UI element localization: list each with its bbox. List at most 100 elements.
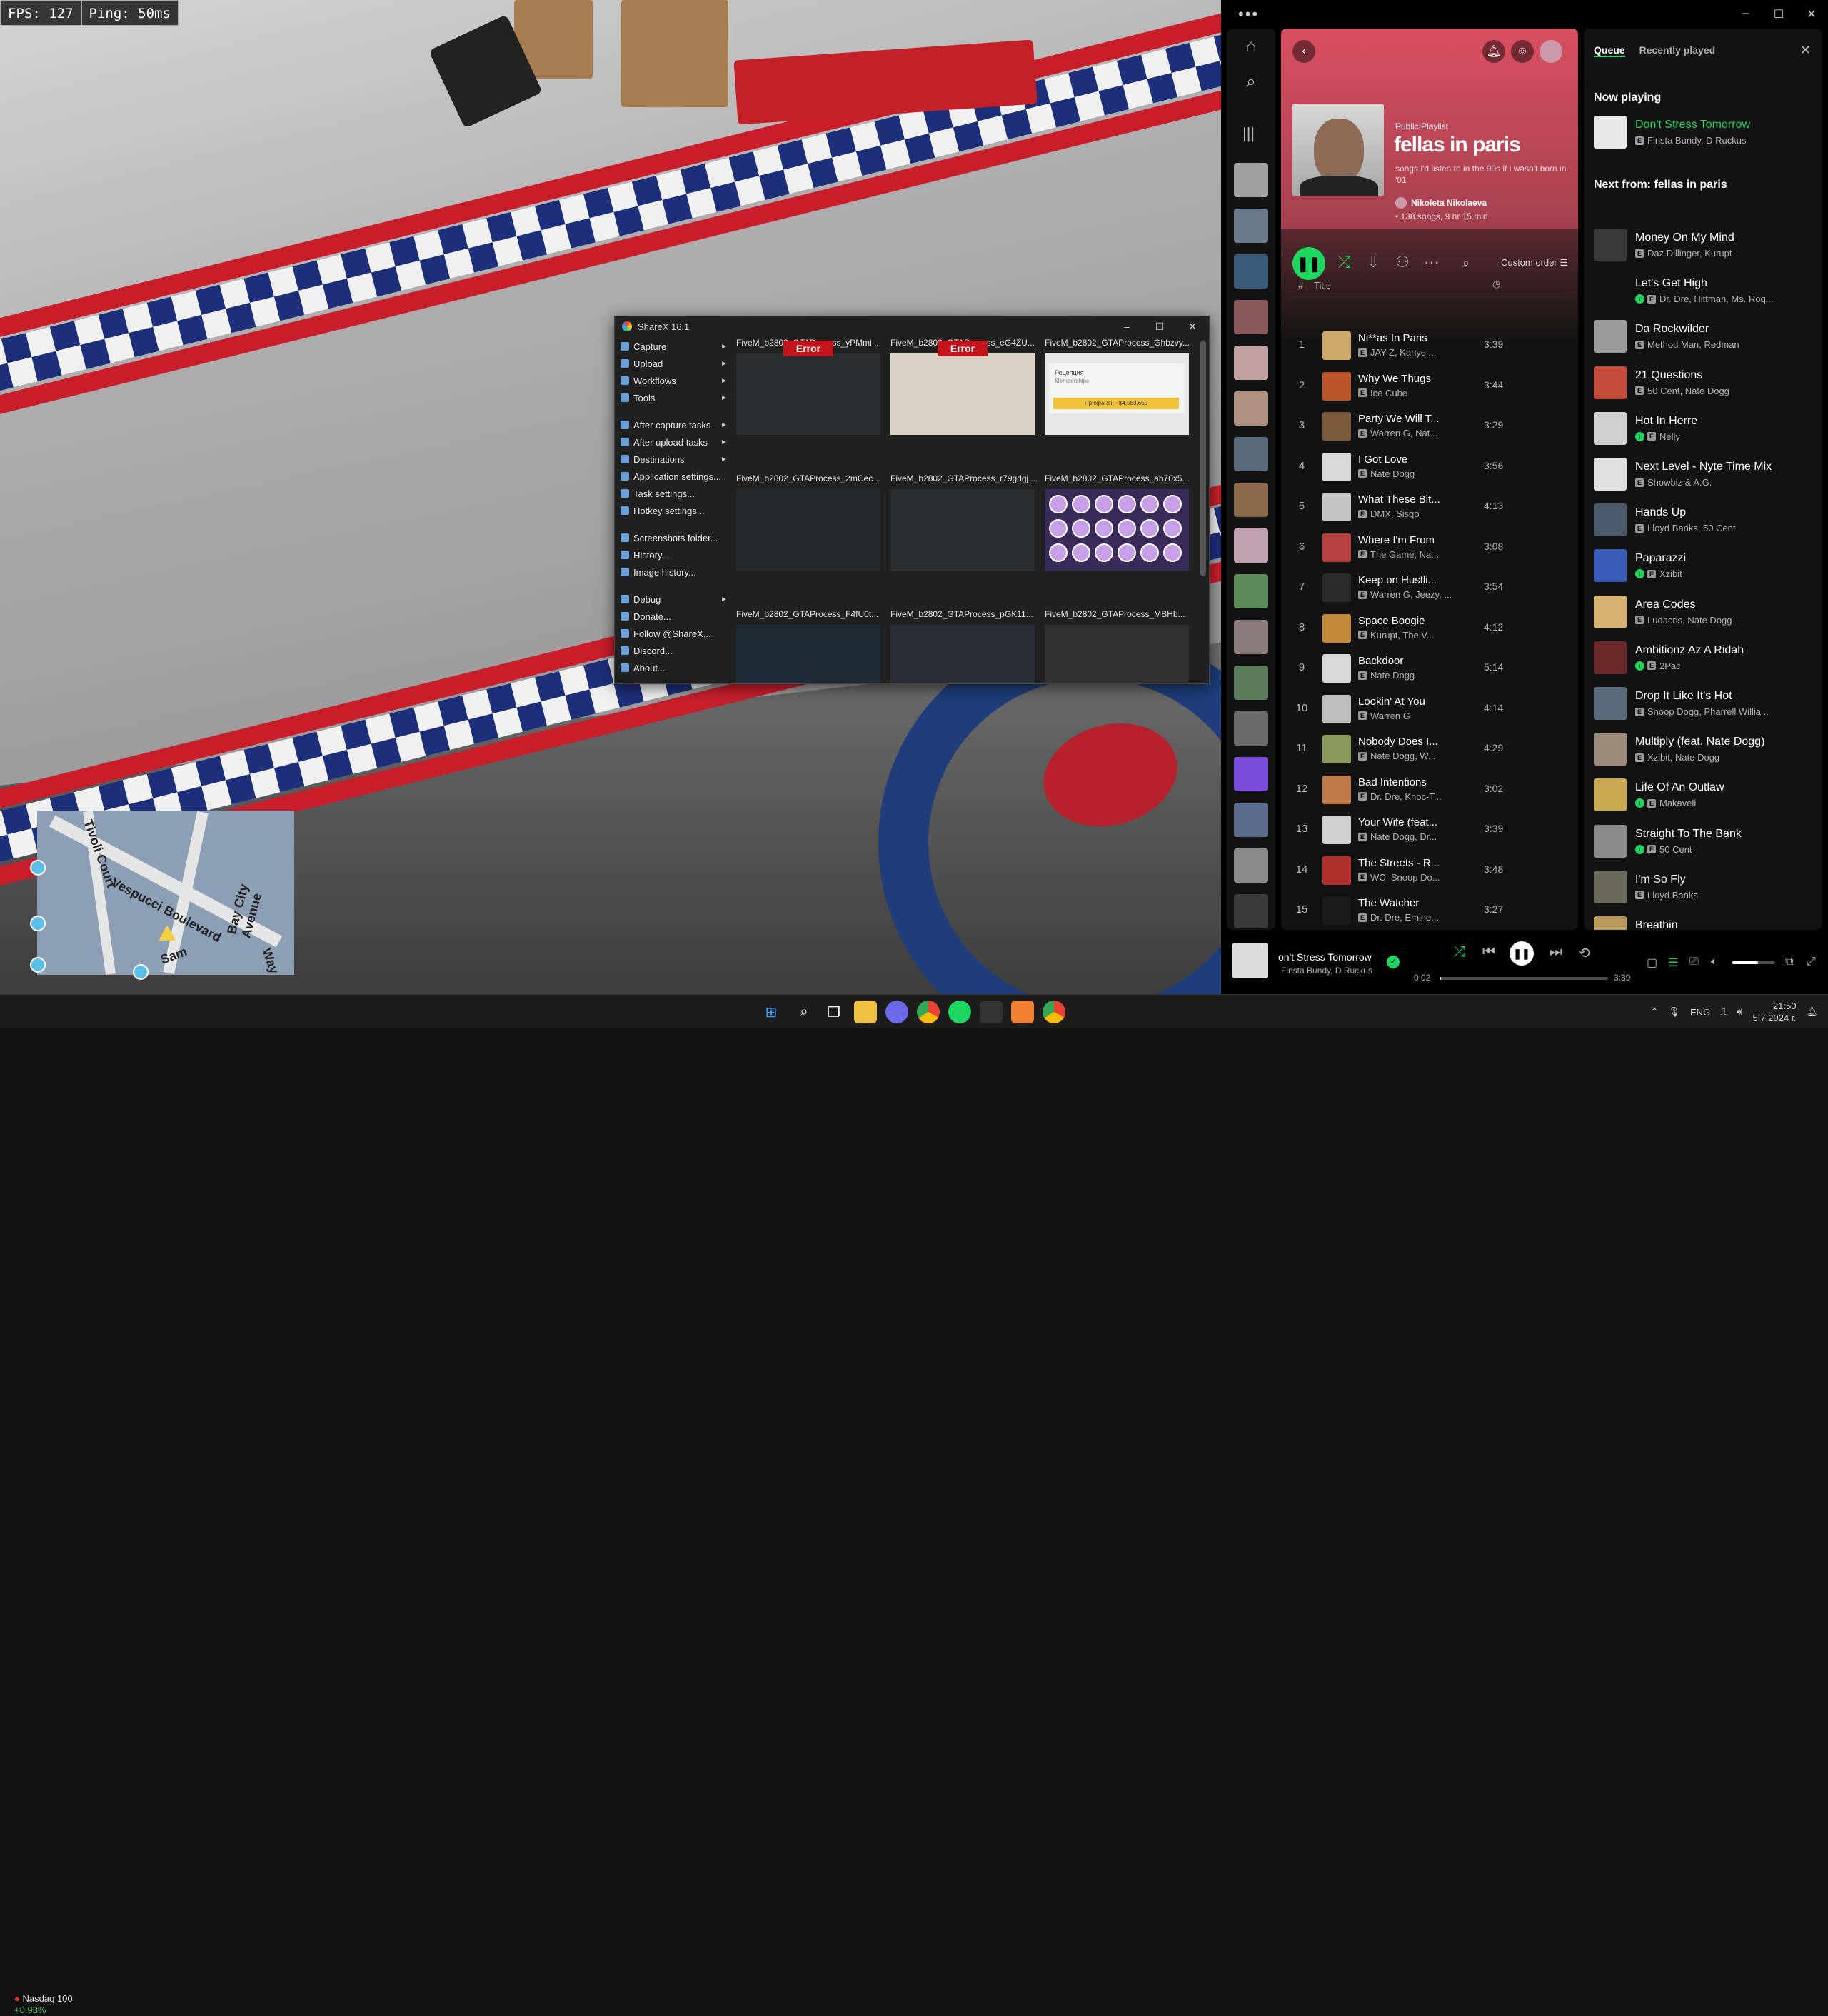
library-item[interactable] — [1234, 483, 1268, 517]
track-row[interactable]: 2 Why We Thugs E Ice Cube 3:44 — [1281, 366, 1578, 406]
thumbnail-item[interactable]: FiveM_b2802_GTAProcess_pGK11... — [890, 609, 1036, 683]
library-item[interactable] — [1234, 346, 1268, 380]
track-row[interactable]: 15 The Watcher E Dr. Dre, Emine... 3:27 — [1281, 891, 1578, 930]
track-row[interactable]: 11 Nobody Does I... E Nate Dogg, W... 4:29 — [1281, 729, 1578, 769]
shuffle-icon[interactable]: ⤮ — [1338, 253, 1351, 271]
spotify-icon[interactable] — [948, 1001, 971, 1023]
volume-slider[interactable] — [1732, 961, 1775, 964]
now-playing-view-icon[interactable]: ▢ — [1647, 956, 1657, 970]
notifications-icon[interactable]: 🔔︎ — [1806, 1006, 1818, 1018]
library-item[interactable] — [1234, 848, 1268, 883]
sharex-menu-workflows[interactable]: Workflows ► — [616, 372, 730, 389]
sharex-menu-destinations[interactable]: Destinations ► — [616, 451, 730, 468]
spotify-titlebar[interactable]: ••• – ☐ ✕ — [1221, 0, 1828, 29]
tab-recently-played[interactable]: Recently played — [1639, 44, 1716, 57]
maximize-button[interactable]: ☐ — [1762, 7, 1795, 21]
library-item[interactable] — [1234, 803, 1268, 837]
queue-icon[interactable]: ☰ — [1668, 956, 1678, 970]
track-row[interactable]: 10 Lookin' At You E Warren G 4:14 — [1281, 689, 1578, 729]
sort-dropdown[interactable]: Custom order ☰ — [1501, 257, 1568, 269]
sharex-menu-debug[interactable]: Debug ► — [616, 591, 730, 608]
track-row[interactable]: 9 Backdoor E Nate Dogg 5:14 — [1281, 648, 1578, 688]
queue-item[interactable]: Multiply (feat. Nate Dogg) E Xzibit, Nate … — [1594, 728, 1815, 768]
track-row[interactable]: 1 Ni**as In Paris E JAY-Z, Kanye ... 3:39 — [1281, 326, 1578, 366]
back-button[interactable]: ‹ — [1292, 40, 1315, 63]
thumbnail-image[interactable] — [736, 353, 880, 435]
sharex-menu-hotkey-settings[interactable]: Hotkey settings... — [616, 502, 730, 519]
thumbnail-item[interactable]: FiveM_b2802_GTAProcess_2mCec... — [736, 473, 882, 602]
queue-item[interactable]: Hot In Herre ↓ E Nelly — [1594, 408, 1815, 448]
sharex-menu-after-upload-tasks[interactable]: After upload tasks ► — [616, 433, 730, 451]
more-options-icon[interactable]: ••• — [1238, 5, 1259, 24]
queue-item[interactable]: Paparazzi ↓ E Xzibit — [1594, 545, 1815, 585]
pause-button[interactable]: ❚❚ — [1510, 941, 1534, 966]
thumbnail-image[interactable] — [890, 489, 1035, 571]
terminal-icon[interactable] — [980, 1001, 1003, 1023]
queue-item[interactable]: 21 Questions E 50 Cent, Nate Dogg — [1594, 362, 1815, 402]
queue-item[interactable]: Drop It Like It's Hot E Snoop Dogg, Pharre… — [1594, 683, 1815, 723]
library-item[interactable] — [1234, 711, 1268, 746]
queue-item[interactable]: Money On My Mind E Daz Dillinger, Kurupt — [1594, 224, 1815, 264]
file-explorer-icon[interactable] — [854, 1001, 877, 1023]
progress-bar[interactable] — [1440, 977, 1608, 980]
close-button[interactable]: ✕ — [1176, 321, 1209, 333]
thumbnail-image[interactable] — [736, 489, 880, 571]
tray-chevron-icon[interactable]: ⌃ — [1651, 1006, 1659, 1018]
fullscreen-icon[interactable]: ⤢ — [1807, 956, 1816, 968]
home-icon[interactable]: ⌂ — [1227, 29, 1275, 64]
thumbnail-image[interactable] — [890, 353, 1035, 435]
sharex-menu-after-capture-tasks[interactable]: After capture tasks ► — [616, 416, 730, 433]
player-track-title[interactable]: on't Stress Tomorrow — [1278, 951, 1372, 963]
track-row[interactable]: 13 Your Wife (feat... E Nate Dogg, Dr... 3:3… — [1281, 810, 1578, 850]
tab-queue[interactable]: Queue — [1594, 44, 1625, 57]
sharex-menu-discord[interactable]: Discord... — [616, 642, 730, 659]
queue-item[interactable]: Let's Get High ↓ E Dr. Dre, Hittman, Ms. Ro… — [1594, 270, 1815, 310]
thumbnail-image[interactable] — [890, 625, 1035, 683]
library-item[interactable] — [1234, 209, 1268, 243]
library-item[interactable] — [1234, 528, 1268, 563]
queue-item[interactable]: Area Codes E Ludacris, Nate Dogg — [1594, 591, 1815, 631]
queue-item[interactable]: Ambitionz Az A Ridah ↓ E 2Pac — [1594, 637, 1815, 677]
previous-icon[interactable]: ⏮︎ — [1482, 944, 1495, 961]
thumbnail-item[interactable]: FiveM_b2802_GTAProcess_MBHb... — [1045, 609, 1190, 683]
task-view-icon[interactable]: ❐ — [823, 1001, 845, 1023]
repeat-icon[interactable]: ⟲ — [1578, 944, 1590, 962]
sharex-menu-screenshots-folder[interactable]: Screenshots folder... — [616, 529, 730, 546]
player-track-artist[interactable]: Finsta Bundy, D Ruckus — [1281, 966, 1372, 976]
sharex-menu-task-settings[interactable]: Task settings... — [616, 485, 730, 502]
more-options-icon[interactable]: ··· — [1424, 253, 1440, 271]
chrome-icon[interactable] — [1043, 1001, 1065, 1023]
track-row[interactable]: 7 Keep on Hustli... E Warren G, Jeezy, ... 3… — [1281, 568, 1578, 608]
track-row[interactable]: 5 What These Bit... E DMX, Sisqo 4:13 — [1281, 487, 1578, 527]
track-row[interactable]: 8 Space Boogie E Kurupt, The V... 4:12 — [1281, 608, 1578, 648]
library-item[interactable] — [1234, 163, 1268, 197]
close-button[interactable]: ✕ — [1795, 7, 1828, 21]
close-icon[interactable]: ✕ — [1800, 43, 1811, 58]
queue-item[interactable]: Next Level - Nyte Time Mix E Showbiz & A.G… — [1594, 453, 1815, 493]
sharex-menu-upload[interactable]: Upload ► — [616, 355, 730, 372]
minimize-button[interactable]: – — [1110, 321, 1143, 333]
sharex-menu-capture[interactable]: Capture ► — [616, 338, 730, 355]
now-playing-item[interactable]: Don't Stress Tomorrow E Finsta Bundy, D R… — [1594, 111, 1815, 151]
add-user-icon[interactable]: ⚇ — [1395, 253, 1410, 271]
saved-check-icon[interactable]: ✓ — [1387, 956, 1400, 968]
track-row[interactable]: 6 Where I'm From E The Game, Na... 3:08 — [1281, 528, 1578, 568]
queue-item[interactable]: Hands Up E Lloyd Banks, 50 Cent — [1594, 499, 1815, 539]
queue-item[interactable]: I'm So Fly E Lloyd Banks — [1594, 866, 1815, 906]
shuffle-icon[interactable]: ⤮ — [1454, 944, 1465, 961]
library-item[interactable] — [1234, 574, 1268, 608]
thumbnail-item[interactable]: FiveM_b2802_GTAProcess_ah70x5... — [1045, 473, 1190, 602]
library-item[interactable] — [1234, 757, 1268, 791]
playlist-owner[interactable]: Nikoleta Nikolaeva — [1395, 197, 1487, 209]
thumbnail-item[interactable]: FiveM_b2802_GTAProcess_Ghbzvy... Рецепция… — [1045, 338, 1190, 466]
windows-start-icon[interactable]: ⊞ — [760, 1001, 783, 1023]
sharex-menu-application-settings[interactable]: Application settings... — [616, 468, 730, 485]
sharex-menu-donate[interactable]: Donate... — [616, 608, 730, 625]
track-row[interactable]: 12 Bad Intentions E Dr. Dre, Knoc-T... 3:02 — [1281, 770, 1578, 810]
network-icon[interactable]: ⎍ — [1720, 1006, 1727, 1018]
download-icon[interactable]: ⇩ — [1367, 253, 1380, 271]
thumbnail-image[interactable] — [736, 625, 880, 683]
avatar[interactable] — [1540, 40, 1562, 63]
speaker-icon[interactable]: 🔊︎ — [1737, 1006, 1742, 1018]
sharex-menu-follow-sharex[interactable]: Follow @ShareX... — [616, 625, 730, 642]
